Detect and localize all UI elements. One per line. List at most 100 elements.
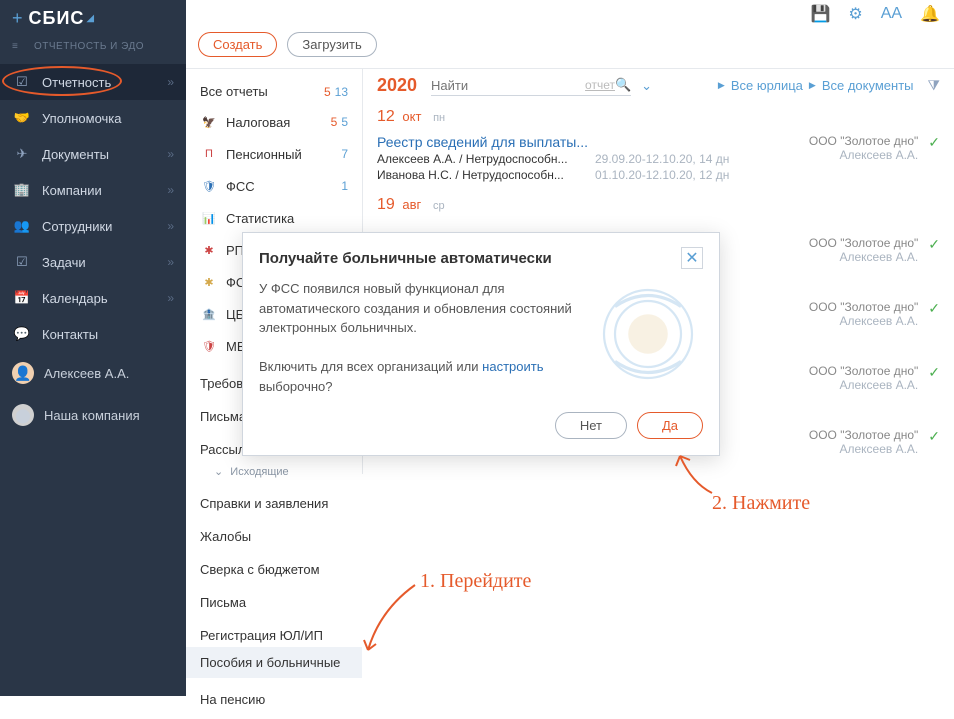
search-input[interactable] [431, 78, 581, 93]
filter-icon: 🛡 [200, 337, 218, 355]
nav-item-1[interactable]: 🤝 Уполномочка [0, 100, 186, 136]
right-filters: ▶ Все юрлица ▶ Все документы ⧩ [718, 77, 940, 94]
close-icon[interactable]: ✕ [681, 247, 703, 269]
avatar: ⬤ [12, 404, 34, 426]
filter-item-2[interactable]: 🛡 ФСС 1 [186, 170, 362, 202]
font-size-icon[interactable]: AA [881, 5, 902, 23]
filter-section[interactable]: На пенсию [186, 678, 362, 711]
filter-icon: 🏦 [200, 305, 218, 323]
report-person: Алексеев А.А. / Нетрудоспособн... [377, 152, 587, 166]
user-label: Алексеев А.А. [44, 366, 129, 381]
filter-section[interactable]: Пособия и больничные [186, 647, 362, 678]
chevron-icon: » [167, 291, 174, 305]
filter-orgs[interactable]: Все юрлица [731, 78, 803, 93]
create-button[interactable]: Создать [198, 32, 277, 57]
nav-icon: 📅 [12, 290, 32, 306]
nav-item-4[interactable]: 👥 Сотрудники » [0, 208, 186, 244]
fss-emblem-icon [593, 279, 703, 389]
topbar: 💾 ⚙ AA 🔔 [186, 0, 954, 28]
report-org: ООО "Золотое дно" [809, 364, 918, 378]
filter-section[interactable]: Сверка с бюджетом [186, 548, 362, 581]
nav-item-0[interactable]: ☑ Отчетность » [0, 64, 186, 100]
nav-label: Контакты [42, 327, 174, 342]
subtitle-text: ОТЧЕТНОСТЬ И ЭДО [34, 41, 144, 52]
filter-section[interactable]: Регистрация ЮЛ/ИП [186, 614, 362, 647]
nav-item-5[interactable]: ☑ Задачи » [0, 244, 186, 280]
filter-section[interactable]: Жалобы [186, 515, 362, 548]
filter-section[interactable]: Справки и заявления [186, 482, 362, 515]
report-user: Алексеев А.А. [809, 314, 918, 328]
filter-section[interactable]: Письма [186, 581, 362, 614]
annotation-step2: 2. Нажмите [712, 492, 810, 515]
chevron-icon: » [167, 75, 174, 89]
nav-label: Календарь [42, 291, 167, 306]
logo[interactable]: + СБИС ◢ [0, 0, 186, 37]
filter-item-3[interactable]: 📊 Статистика [186, 202, 362, 234]
filter-item-1[interactable]: П Пенсионный 7 [186, 138, 362, 170]
search-box[interactable]: отчет 🔍 [431, 75, 631, 96]
sidebar: + СБИС ◢ ≡ ОТЧЕТНОСТЬ И ЭДО ☑ Отчетность… [0, 0, 186, 696]
check-icon: ✓ [928, 236, 940, 264]
report-item[interactable]: Реестр сведений для выплаты... Алексеев … [363, 130, 954, 192]
filter-label: Пенсионный [226, 147, 333, 162]
chevron-down-icon[interactable]: ⌄ [641, 78, 652, 94]
filter-icon: ✱ [200, 241, 218, 259]
configure-link[interactable]: настроить [482, 359, 543, 374]
search-icon[interactable]: 🔍 [615, 77, 631, 93]
user-item-0[interactable]: 👤 Алексеев А.А. [0, 352, 186, 394]
nav-item-6[interactable]: 📅 Календарь » [0, 280, 186, 316]
nav-item-2[interactable]: ✈ Документы » [0, 136, 186, 172]
nav-item-7[interactable]: 💬 Контакты [0, 316, 186, 352]
avatar: 👤 [12, 362, 34, 384]
gear-icon[interactable]: ⚙ [848, 4, 862, 24]
nav-icon: ☑ [12, 74, 32, 90]
nav-label: Отчетность [42, 75, 167, 90]
nav-icon: 🏢 [12, 182, 32, 198]
report-dates: 01.10.20-12.10.20, 12 дн [595, 168, 729, 182]
modal-text: У ФСС появился новый функционал для авто… [259, 279, 583, 396]
report-title[interactable]: Реестр сведений для выплаты... [377, 134, 809, 150]
filter-count-blue: 7 [341, 147, 348, 161]
action-row: Создать Загрузить [198, 32, 377, 57]
bell-icon[interactable]: 🔔 [920, 4, 940, 24]
filter-item-0[interactable]: 🦅 Налоговая 5 5 [186, 106, 362, 138]
filter-icon: 📊 [200, 209, 218, 227]
arrow-icon [360, 580, 420, 660]
filter-all[interactable]: Все отчеты 5 13 [186, 77, 362, 106]
filter-count-blue: 5 [341, 115, 348, 129]
filter-icon: ✱ [200, 273, 218, 291]
check-icon: ✓ [928, 134, 940, 182]
nav-icon: 💬 [12, 326, 32, 342]
upload-button[interactable]: Загрузить [287, 32, 376, 57]
nav-item-3[interactable]: 🏢 Компании » [0, 172, 186, 208]
check-icon: ✓ [928, 364, 940, 392]
save-icon[interactable]: 💾 [810, 4, 830, 24]
nav-label: Сотрудники [42, 219, 167, 234]
nav-icon: ✈ [12, 146, 32, 162]
nav-icon: 👥 [12, 218, 32, 234]
filter-docs[interactable]: Все документы [822, 78, 914, 93]
report-user: Алексеев А.А. [809, 378, 918, 392]
filter-label: Налоговая [226, 115, 327, 130]
filter-sub[interactable]: ⌄ Исходящие [186, 461, 362, 482]
nav-label: Задачи [42, 255, 167, 270]
subtitle[interactable]: ≡ ОТЧЕТНОСТЬ И ЭДО [0, 37, 186, 64]
check-icon: ✓ [928, 428, 940, 456]
user-label: Наша компания [44, 408, 140, 423]
funnel-icon[interactable]: ⧩ [928, 77, 941, 94]
triangle-icon: ▶ [718, 80, 725, 91]
search-hint[interactable]: отчет [585, 78, 615, 92]
year-label[interactable]: 2020 [377, 75, 417, 96]
date-day: 19 [377, 196, 395, 213]
report-person: Иванова Н.С. / Нетрудоспособн... [377, 168, 587, 182]
filter-icon: 🛡 [200, 177, 218, 195]
user-item-1[interactable]: ⬤ Наша компания [0, 394, 186, 436]
chevron-icon: » [167, 147, 174, 161]
yes-button[interactable]: Да [637, 412, 703, 439]
chevron-down-icon: ⌄ [214, 466, 223, 478]
check-icon: ✓ [928, 300, 940, 328]
nav-icon: 🤝 [12, 110, 32, 126]
no-button[interactable]: Нет [555, 412, 627, 439]
nav-label: Документы [42, 147, 167, 162]
date-weekday: пн [433, 112, 445, 124]
